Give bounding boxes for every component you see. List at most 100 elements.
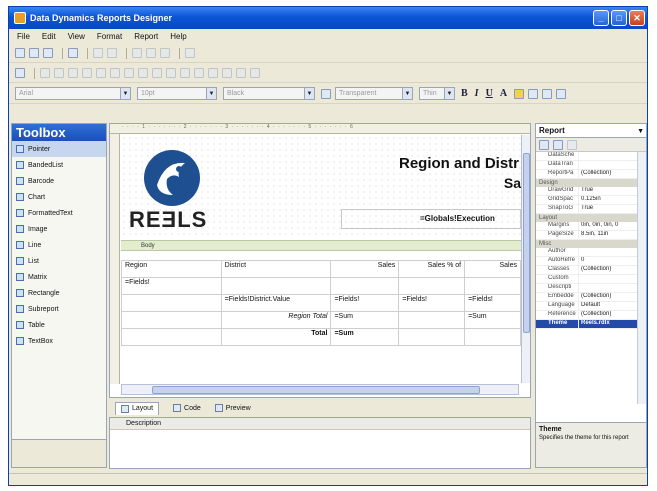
menu-report[interactable]: Report: [134, 32, 158, 41]
property-row[interactable]: Custom: [536, 275, 646, 284]
property-row[interactable]: DataSche: [536, 152, 646, 161]
align-center-icon[interactable]: [54, 68, 64, 78]
align-left-icon[interactable]: [40, 68, 50, 78]
vertical-scrollbar[interactable]: [521, 135, 530, 383]
table-row[interactable]: Region Total =Sum =Sum: [121, 311, 521, 329]
horizontal-spacing-icon[interactable]: [166, 68, 176, 78]
scroll-thumb[interactable]: [152, 386, 480, 394]
same-height-icon[interactable]: [138, 68, 148, 78]
horizontal-scrollbar[interactable]: [121, 384, 519, 395]
menu-help[interactable]: Help: [170, 32, 186, 41]
table-cell[interactable]: [121, 294, 222, 312]
property-row[interactable]: Author: [536, 248, 646, 257]
report-table[interactable]: Region District Sales Sales % of Sales =…: [121, 260, 521, 346]
table-row[interactable]: Total =Sum: [121, 328, 521, 346]
fill-color-icon[interactable]: [321, 88, 331, 99]
alphabetical-icon[interactable]: [553, 139, 563, 150]
table-row[interactable]: =Fields!District.Value =Fields! =Fields!…: [121, 294, 521, 312]
center-horizontally-icon[interactable]: [194, 68, 204, 78]
property-value[interactable]: [578, 152, 636, 160]
border-style-combo[interactable]: Thin ▼: [419, 87, 455, 100]
toolbox-item-pointer[interactable]: Pointer: [12, 141, 106, 157]
table-row[interactable]: =Fields!: [121, 277, 521, 295]
table-cell[interactable]: =Fields!District.Value: [220, 294, 332, 312]
copy-icon[interactable]: [146, 48, 156, 58]
close-button[interactable]: ✕: [629, 10, 645, 26]
table-cell[interactable]: =Fields!: [121, 277, 222, 295]
align-text-center-icon[interactable]: [542, 88, 553, 99]
send-to-back-icon[interactable]: [236, 68, 246, 78]
table-cell[interactable]: =Fields!: [464, 294, 521, 312]
report-canvas[interactable]: REƎLS Region and Distr Sa =Globals!Execu…: [121, 135, 521, 383]
property-value[interactable]: [578, 161, 636, 169]
font-color-combo[interactable]: Black ▼: [223, 87, 315, 100]
property-value[interactable]: 0.125in: [578, 196, 636, 204]
table-cell[interactable]: =Fields!: [330, 294, 400, 312]
property-value[interactable]: True: [578, 187, 636, 195]
property-value[interactable]: True: [578, 205, 636, 213]
scroll-thumb[interactable]: [523, 153, 530, 333]
table-header-cell[interactable]: District: [220, 260, 332, 278]
delete-icon[interactable]: [185, 48, 195, 58]
table-cell[interactable]: [464, 277, 521, 295]
font-size-combo[interactable]: 10pt ▼: [137, 87, 217, 100]
property-value[interactable]: 0in, 0in, 0in, 0: [578, 222, 636, 230]
toolbox-item-line[interactable]: Line: [12, 237, 106, 253]
table-cell[interactable]: [398, 311, 466, 329]
property-value[interactable]: [578, 275, 636, 283]
highlight-color-icon[interactable]: [514, 88, 525, 99]
toolbox-item-bandedlist[interactable]: BandedList: [12, 157, 106, 173]
property-value[interactable]: Reels.rdlx: [578, 320, 636, 328]
page-header-section[interactable]: REƎLS Region and Distr Sa =Globals!Execu…: [121, 135, 521, 235]
property-value[interactable]: [578, 284, 636, 292]
table-cell[interactable]: [220, 277, 332, 295]
property-row[interactable]: Theme Reels.rdlx: [536, 320, 646, 329]
tab-code[interactable]: Code: [173, 404, 201, 412]
property-value[interactable]: (Collection): [578, 170, 636, 178]
align-right-icon[interactable]: [68, 68, 78, 78]
toolbox-item-chart[interactable]: Chart: [12, 189, 106, 205]
table-header-cell[interactable]: Region: [121, 260, 222, 278]
open-folder-icon[interactable]: [29, 48, 39, 58]
property-value[interactable]: 8.5in, 11in: [578, 231, 636, 239]
align-top-icon[interactable]: [82, 68, 92, 78]
property-value[interactable]: (Collection): [578, 311, 636, 319]
property-value[interactable]: Default: [578, 302, 636, 310]
text-color-button[interactable]: A: [500, 88, 507, 99]
align-text-left-icon[interactable]: [528, 88, 539, 99]
object-selector[interactable]: Report ▼: [536, 124, 646, 138]
undo-icon[interactable]: [93, 48, 103, 58]
table-cell[interactable]: =Sum: [464, 311, 521, 329]
pointer-tool-icon[interactable]: [15, 68, 25, 78]
bring-to-front-icon[interactable]: [222, 68, 232, 78]
toolbox-item-table[interactable]: Table: [12, 317, 106, 333]
property-row[interactable]: SnapToG True: [536, 205, 646, 214]
property-row[interactable]: PageSize 8.5in, 11in: [536, 231, 646, 240]
menu-edit[interactable]: Edit: [42, 32, 56, 41]
execution-time-textbox[interactable]: =Globals!Execution: [341, 209, 521, 229]
table-header-cell[interactable]: Sales % of: [398, 260, 466, 278]
report-designer-surface[interactable]: · · · · 1 · · · · · · · 2 · · · · · · · …: [109, 123, 531, 398]
save-icon[interactable]: [43, 48, 53, 58]
underline-button[interactable]: U: [486, 88, 493, 99]
table-header-cell[interactable]: Sales: [330, 260, 400, 278]
menu-view[interactable]: View: [68, 32, 85, 41]
same-width-icon[interactable]: [124, 68, 134, 78]
toolbox-item-barcode[interactable]: Barcode: [12, 173, 106, 189]
font-name-combo[interactable]: Arial ▼: [15, 87, 131, 100]
report-subtitle[interactable]: Sa: [504, 175, 521, 191]
property-value[interactable]: 0: [578, 257, 636, 265]
property-value[interactable]: (Collection): [578, 266, 636, 274]
property-row[interactable]: AutoRefre 0: [536, 257, 646, 266]
properties-scrollbar[interactable]: [637, 152, 646, 404]
property-row[interactable]: Language Default: [536, 302, 646, 311]
toolbox-item-formattedtext[interactable]: FormattedText: [12, 205, 106, 221]
table-header-cell[interactable]: Sales: [464, 260, 521, 278]
property-category[interactable]: Misc: [536, 240, 646, 248]
menu-file[interactable]: File: [17, 32, 30, 41]
property-row[interactable]: GridSpac 0.125in: [536, 196, 646, 205]
align-middle-icon[interactable]: [96, 68, 106, 78]
same-size-icon[interactable]: [152, 68, 162, 78]
table-cell[interactable]: [464, 328, 521, 346]
paste-icon[interactable]: [160, 48, 170, 58]
